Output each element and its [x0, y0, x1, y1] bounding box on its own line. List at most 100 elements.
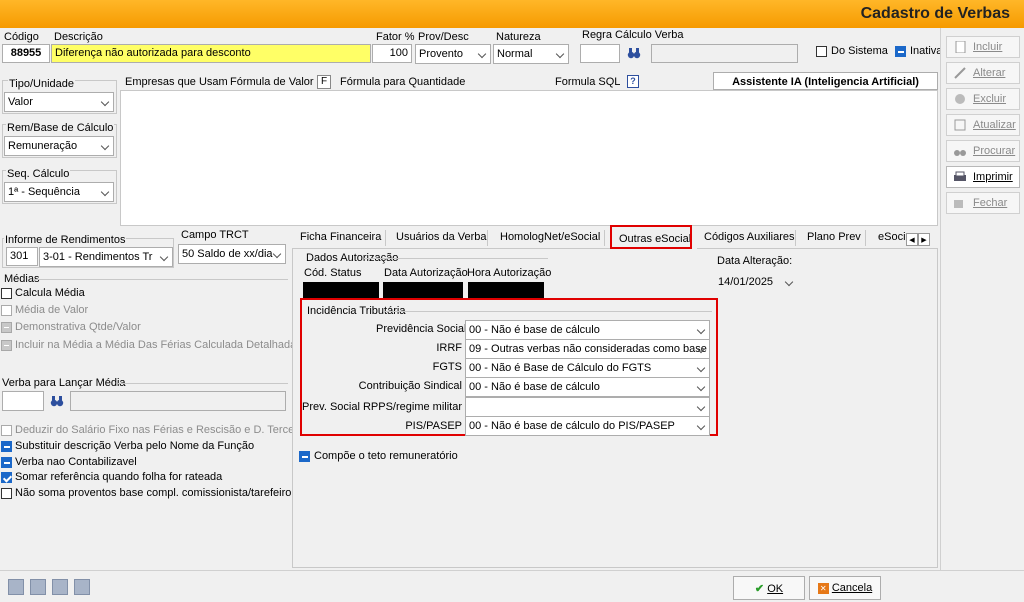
rpps-label: Prev. Social RPPS/regime militar — [302, 401, 462, 413]
procurar-button[interactable]: Procurar — [946, 140, 1020, 162]
descricao-label: Descrição — [54, 31, 103, 43]
sindical-select[interactable]: 00 - Não é base de cálculo — [465, 377, 710, 397]
tab-separator — [487, 230, 488, 246]
tipo-label: Tipo/Unidade — [8, 78, 76, 90]
data-alteracao-picker[interactable]: 14/01/2025 — [714, 272, 798, 292]
redacted-cod-status — [303, 282, 379, 298]
codigo-input[interactable]: 88955 — [2, 44, 50, 63]
excluir-button[interactable]: Excluir — [946, 88, 1020, 110]
cancel-icon: ✕ — [817, 582, 829, 594]
informe-code-input[interactable]: 301 — [6, 247, 38, 266]
empresas-tab[interactable]: Empresas que Usam — [125, 76, 228, 88]
tipo-select[interactable]: Valor — [4, 92, 114, 112]
do-sistema-checkbox[interactable] — [816, 46, 827, 57]
calcula-media-checkbox[interactable] — [1, 288, 12, 299]
assistente-ia-button[interactable]: Assistente IA (Inteligencia Artificial) — [713, 72, 938, 90]
ok-button[interactable]: ✔ OK — [733, 576, 805, 600]
last-record-icon[interactable] — [74, 579, 90, 595]
do-sistema-label: Do Sistema — [831, 45, 888, 57]
formula-qtd-tab[interactable]: Fórmula para Quantidade — [340, 76, 465, 88]
alterar-button[interactable]: Alterar — [946, 62, 1020, 84]
rem-select[interactable]: Remuneração — [4, 136, 114, 156]
check-icon: ✔ — [754, 583, 765, 595]
tab-plano-prev[interactable]: Plano Prev — [801, 226, 867, 248]
trct-select[interactable]: 50 Saldo de xx/dia — [178, 244, 286, 264]
cancela-button[interactable]: ✕ Cancela — [809, 576, 881, 600]
seq-label: Seq. Cálculo — [6, 168, 71, 180]
rpps-select[interactable] — [465, 397, 710, 417]
provdesc-select[interactable]: Provento — [415, 44, 491, 64]
fgts-label: FGTS — [432, 361, 462, 373]
somar-referencia-checkbox[interactable] — [1, 472, 12, 483]
tab-separator — [604, 230, 605, 246]
incluir-media-label: Incluir na Média a Média Das Férias Calc… — [15, 339, 297, 351]
descricao-input[interactable]: Diferença não autorizada para desconto — [51, 44, 371, 63]
help-icon[interactable]: ? — [627, 75, 639, 88]
seq-select[interactable]: 1ª - Sequência — [4, 182, 114, 202]
binoculars-icon[interactable] — [627, 46, 641, 60]
rem-label: Rem/Base de Cálculo — [6, 122, 115, 134]
somar-referencia-label: Somar referência quando folha for ratead… — [15, 471, 223, 483]
irrf-label: IRRF — [436, 342, 462, 354]
compoe-checkbox[interactable] — [299, 451, 310, 462]
irrf-select[interactable]: 09 - Outras verbas não consideradas como… — [465, 339, 710, 359]
inativa-checkbox[interactable] — [895, 46, 906, 57]
window-title: Cadastro de Verbas — [860, 5, 1010, 22]
sindical-label: Contribuição Sindical — [358, 380, 462, 392]
first-record-icon[interactable] — [8, 579, 24, 595]
fgts-select[interactable]: 00 - Não é Base de Cálculo do FGTS — [465, 358, 710, 378]
tab-separator — [385, 230, 386, 246]
media-valor-label: Média de Valor — [15, 304, 89, 316]
tab-highlight — [610, 225, 692, 249]
tab-esocial[interactable]: eSocial — [872, 226, 906, 248]
hora-aut-label: Hora Autorização — [467, 267, 552, 279]
compoe-label: Compõe o teto remuneratório — [314, 450, 458, 462]
nao-soma-label: Não soma proventos base compl. comission… — [15, 487, 292, 499]
nao-soma-checkbox[interactable] — [1, 488, 12, 499]
formula-f-button[interactable]: F — [317, 75, 331, 89]
next-record-icon[interactable] — [52, 579, 68, 595]
incluir-media-checkbox[interactable] — [1, 340, 12, 351]
incluir-button[interactable]: Incluir — [946, 36, 1020, 58]
edit-icon — [954, 67, 966, 79]
codigo-label: Código — [4, 31, 39, 43]
previdencia-label: Previdência Social — [376, 323, 467, 335]
pis-select[interactable]: 00 - Não é base de cálculo do PIS/PASEP — [465, 416, 710, 436]
natureza-select[interactable]: Normal — [493, 44, 569, 64]
pis-label: PIS/PASEP — [405, 420, 462, 432]
fator-input[interactable]: 100 — [372, 44, 412, 63]
calcula-media-label: Calcula Média — [15, 287, 85, 299]
media-valor-checkbox[interactable] — [1, 305, 12, 316]
demonstrativa-label: Demonstrativa Qtde/Valor — [15, 321, 141, 333]
informe-select[interactable]: 3-01 - Rendimentos Tr — [39, 247, 173, 267]
tab-scroll-left-icon[interactable]: ◀ — [906, 233, 918, 246]
previdencia-select[interactable]: 00 - Não é base de cálculo — [465, 320, 710, 340]
data-alteracao-label: Data Alteração: — [717, 255, 793, 267]
formula-sql-tab[interactable]: Formula SQL — [555, 76, 620, 88]
demonstrativa-checkbox[interactable] — [1, 322, 12, 333]
fechar-button[interactable]: Fechar — [946, 192, 1020, 214]
tab-homolognet[interactable]: HomologNet/eSocial — [494, 226, 606, 248]
new-document-icon — [955, 41, 966, 54]
verba-media-divider — [118, 383, 288, 384]
tab-codigos-auxiliares[interactable]: Códigos Auxiliares — [698, 226, 801, 248]
tab-scroll-right-icon[interactable]: ▶ — [918, 233, 930, 246]
tab-separator — [865, 230, 866, 246]
imprimir-button[interactable]: Imprimir — [946, 166, 1020, 188]
tab-ficha-financeira[interactable]: Ficha Financeira — [294, 226, 387, 248]
medias-divider — [34, 279, 288, 280]
inativa-label: Inativa — [910, 45, 940, 57]
formula-valor-tab[interactable]: Fórmula de Valor — [230, 76, 314, 88]
prev-record-icon[interactable] — [30, 579, 46, 595]
deduzir-checkbox[interactable] — [1, 425, 12, 436]
regra-code-input[interactable] — [580, 44, 620, 63]
redacted-data-aut — [383, 282, 463, 298]
substituir-label: Substituir descrição Verba pelo Nome da … — [15, 440, 255, 452]
tab-usuarios-verba[interactable]: Usuários da Verba — [390, 226, 493, 248]
binoculars-icon[interactable] — [50, 394, 64, 408]
atualizar-button[interactable]: Atualizar — [946, 114, 1020, 136]
verba-media-input[interactable] — [2, 391, 44, 411]
formula-editor[interactable] — [120, 90, 938, 226]
nao-contabilizavel-checkbox[interactable] — [1, 457, 12, 468]
substituir-checkbox[interactable] — [1, 441, 12, 452]
